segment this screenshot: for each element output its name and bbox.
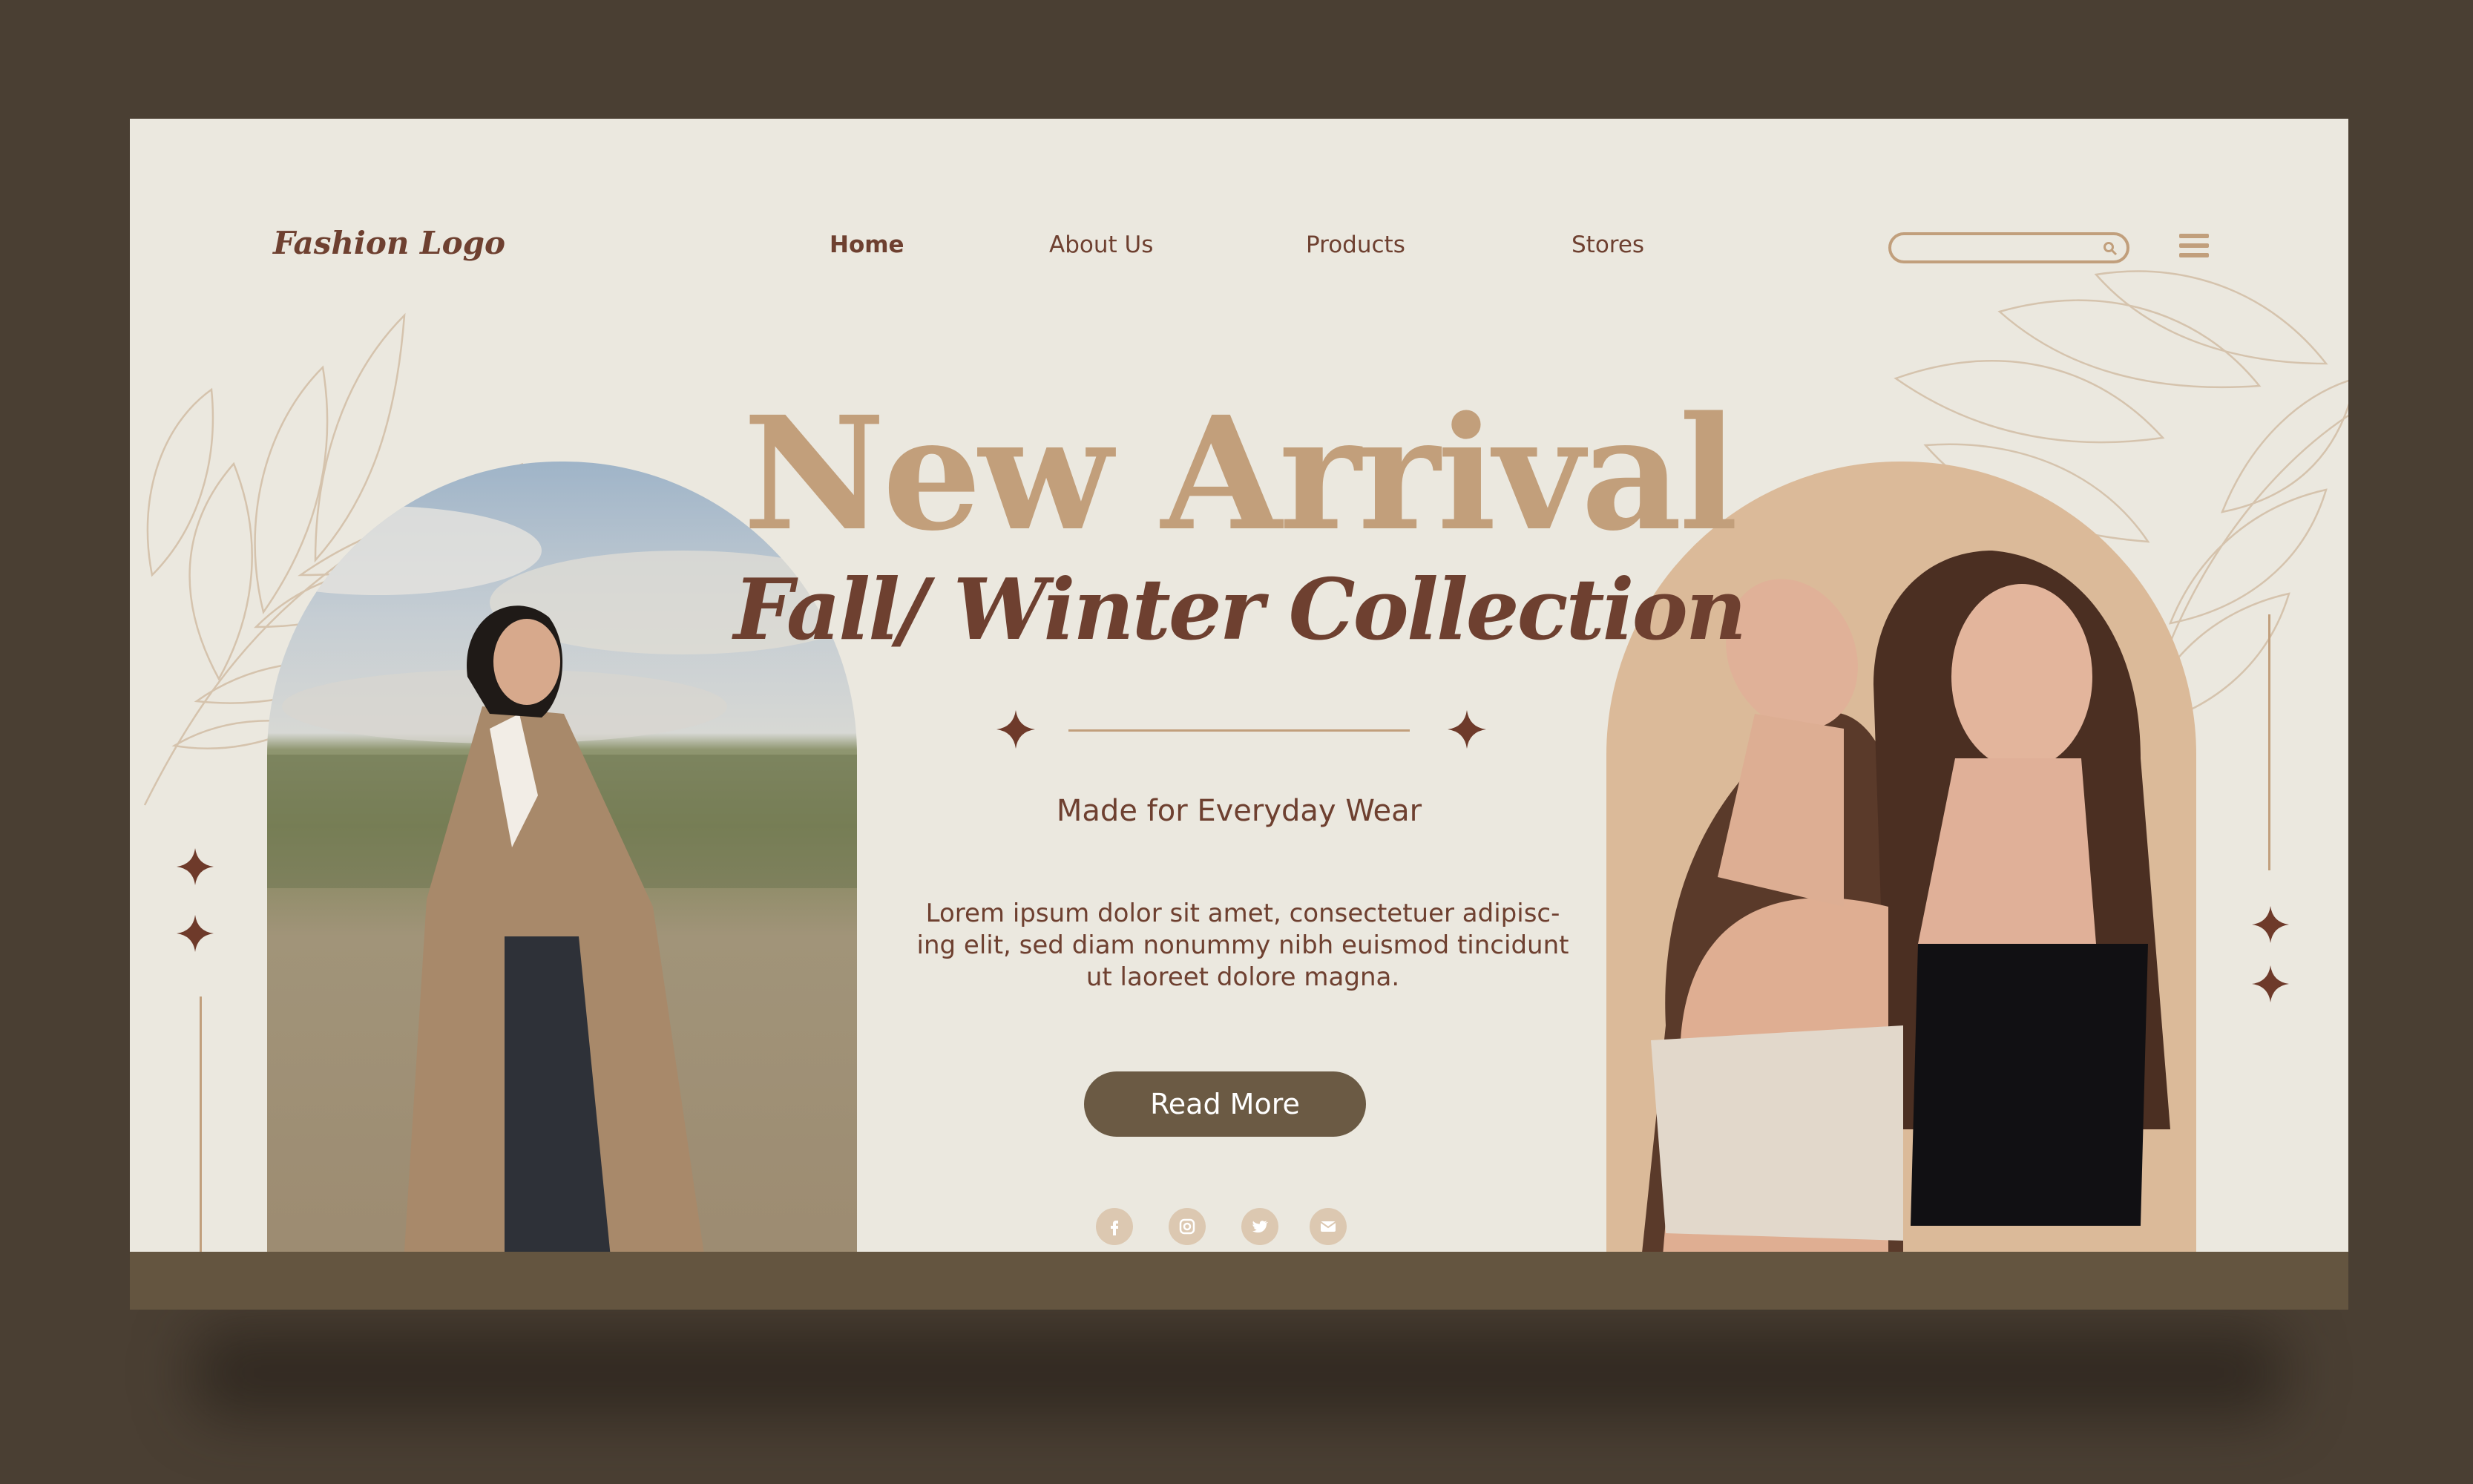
nav-item-products[interactable]: Products	[1306, 232, 1405, 258]
nav-item-home[interactable]: Home	[830, 232, 904, 258]
search-icon[interactable]	[2103, 241, 2118, 256]
hero-tagline: Made for Everyday Wear	[1056, 794, 1422, 828]
read-more-button[interactable]: Read More	[1084, 1071, 1366, 1137]
description-line: ut laoreet dolore magna.	[1086, 962, 1400, 992]
decorative-line-left	[200, 997, 202, 1252]
email-icon[interactable]	[1310, 1208, 1347, 1245]
nav-item-stores[interactable]: Stores	[1572, 232, 1644, 258]
description-line: Lorem ipsum dolor sit amet, consectetuer…	[925, 899, 1560, 928]
sparkle-icon	[996, 710, 1035, 749]
hero-subtitle: Fall/ Winter Collection	[733, 560, 1747, 659]
sparkle-icon	[1448, 710, 1486, 749]
search-input[interactable]	[1888, 232, 2129, 263]
nav-item-about-us[interactable]: About Us	[1049, 232, 1153, 258]
sparkle-icon	[2252, 906, 2289, 943]
sparkle-icon	[177, 848, 214, 885]
brand-logo[interactable]: Fashion Logo	[273, 225, 505, 261]
hero-description: Lorem ipsum dolor sit amet, consectetuer…	[901, 898, 1584, 994]
page-shadow	[193, 1328, 2285, 1417]
landing-page: Fashion Logo Home About Us Products Stor…	[130, 119, 2348, 1310]
instagram-icon[interactable]	[1169, 1208, 1206, 1245]
footer-strip	[130, 1252, 2348, 1310]
facebook-icon[interactable]	[1096, 1208, 1133, 1245]
sparkle-icon	[177, 915, 214, 952]
twitter-icon[interactable]	[1241, 1208, 1278, 1245]
sparkle-icon	[2252, 965, 2289, 1002]
hero-title: New Arrival	[743, 382, 1738, 565]
title-divider	[1068, 729, 1410, 732]
description-line: ing elit, sed diam nonummy nibh euismod …	[916, 930, 1569, 960]
hamburger-menu-icon[interactable]	[2179, 234, 2209, 263]
